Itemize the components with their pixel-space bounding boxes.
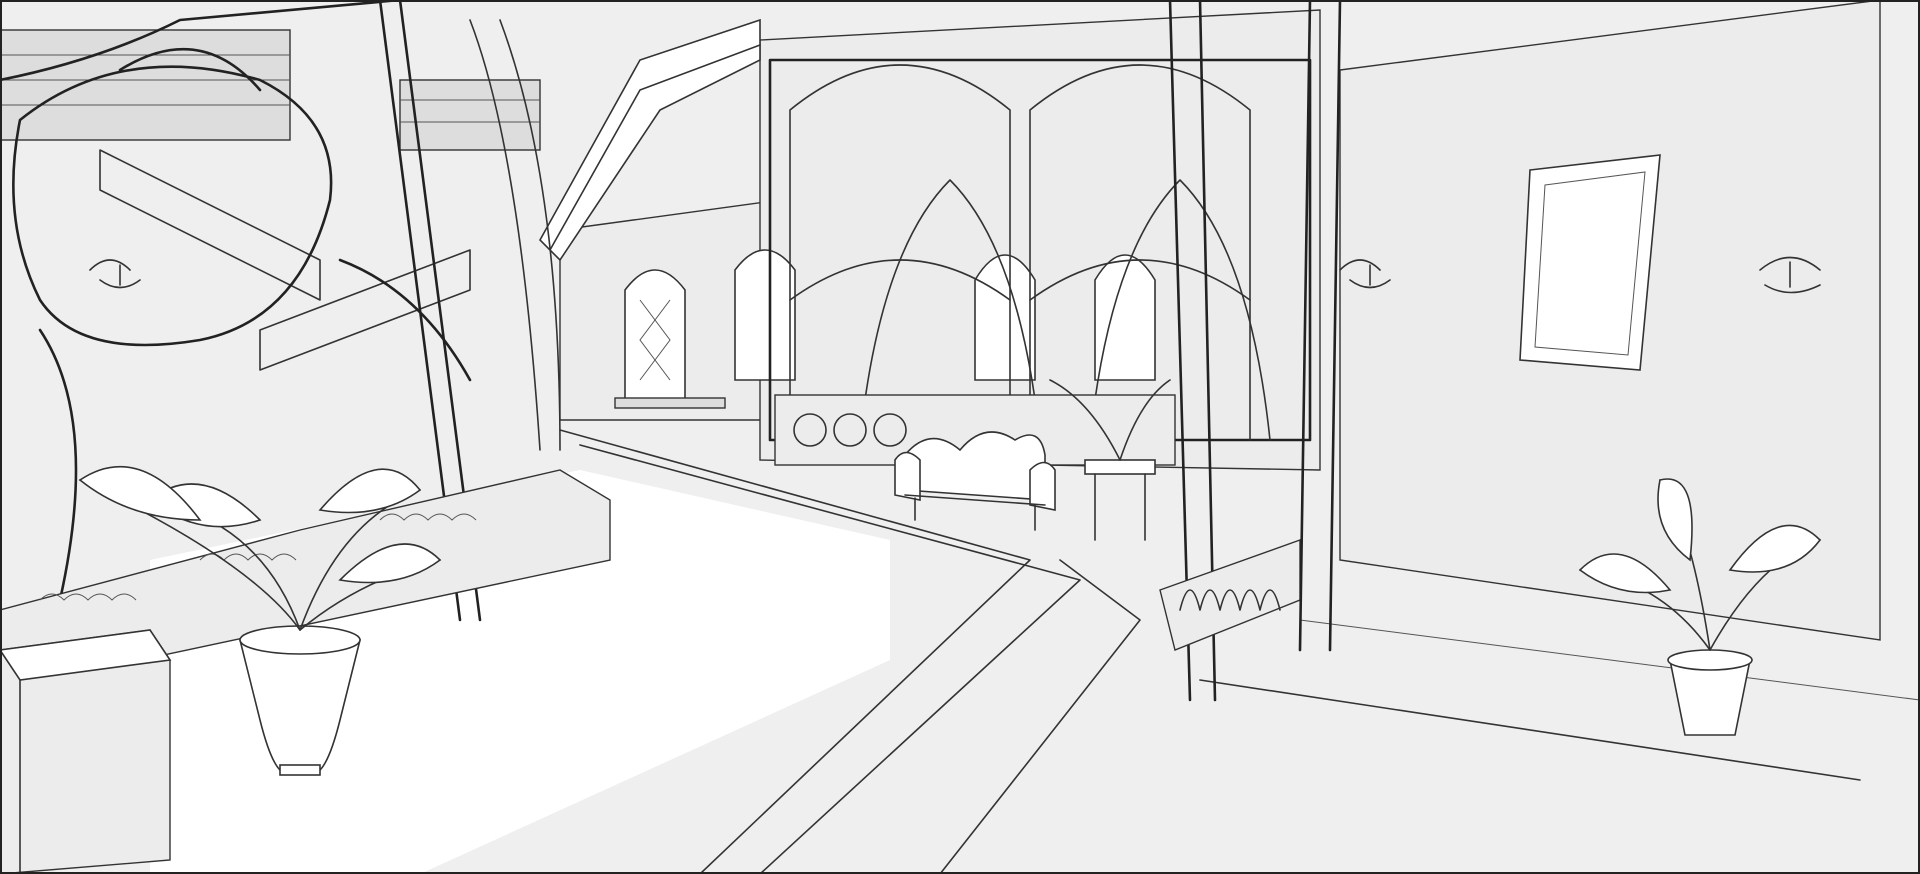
stone-plinth	[0, 629, 172, 874]
line-art-interior-scene	[0, 0, 1920, 874]
picture-frame	[1519, 154, 1661, 371]
